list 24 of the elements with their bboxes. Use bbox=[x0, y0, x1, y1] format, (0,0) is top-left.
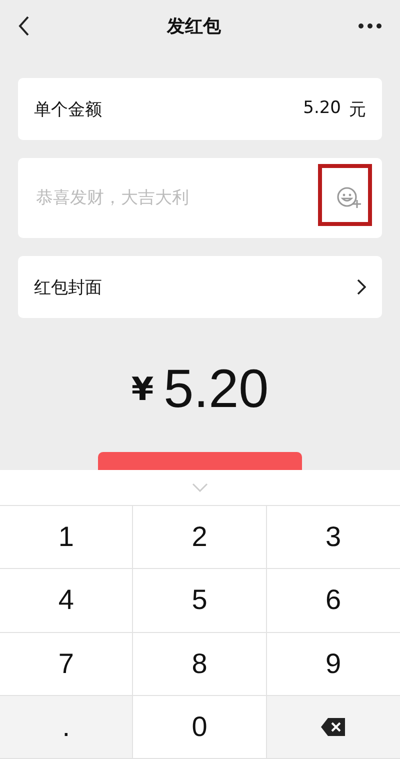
digit-key[interactable]: 8 bbox=[133, 632, 267, 696]
amount-field[interactable]: 单个金额 5.20 元 bbox=[18, 78, 382, 140]
row-label: 红包封面 bbox=[34, 276, 102, 298]
amount-value: 5.20 bbox=[303, 98, 341, 120]
digit-key[interactable]: 5 bbox=[133, 569, 267, 632]
unit-label: 元 bbox=[349, 98, 366, 120]
backspace-icon bbox=[321, 718, 346, 736]
digit-key[interactable]: 7 bbox=[0, 632, 134, 696]
cover-row[interactable]: 红包封面 bbox=[18, 256, 382, 318]
page-title: 发红包 bbox=[167, 15, 221, 38]
total-amount: 5.20 bbox=[164, 358, 269, 420]
back-icon bbox=[18, 15, 30, 37]
digit-key[interactable]: 4 bbox=[0, 569, 134, 632]
digit-key[interactable]: 1 bbox=[0, 506, 134, 570]
currency-symbol: ¥ bbox=[131, 370, 154, 408]
more-icon bbox=[358, 23, 382, 29]
digit-key[interactable]: 2 bbox=[133, 506, 267, 570]
chevron-right-icon bbox=[357, 279, 366, 295]
greeting-input[interactable]: 恭喜发财，大吉大利 bbox=[34, 187, 336, 209]
emoji-add-icon[interactable] bbox=[336, 186, 362, 210]
backspace-key[interactable] bbox=[266, 696, 400, 759]
field-label: 单个金额 bbox=[34, 98, 102, 120]
digit-key[interactable]: 0 bbox=[133, 696, 267, 759]
dot-key[interactable]: . bbox=[0, 696, 134, 759]
